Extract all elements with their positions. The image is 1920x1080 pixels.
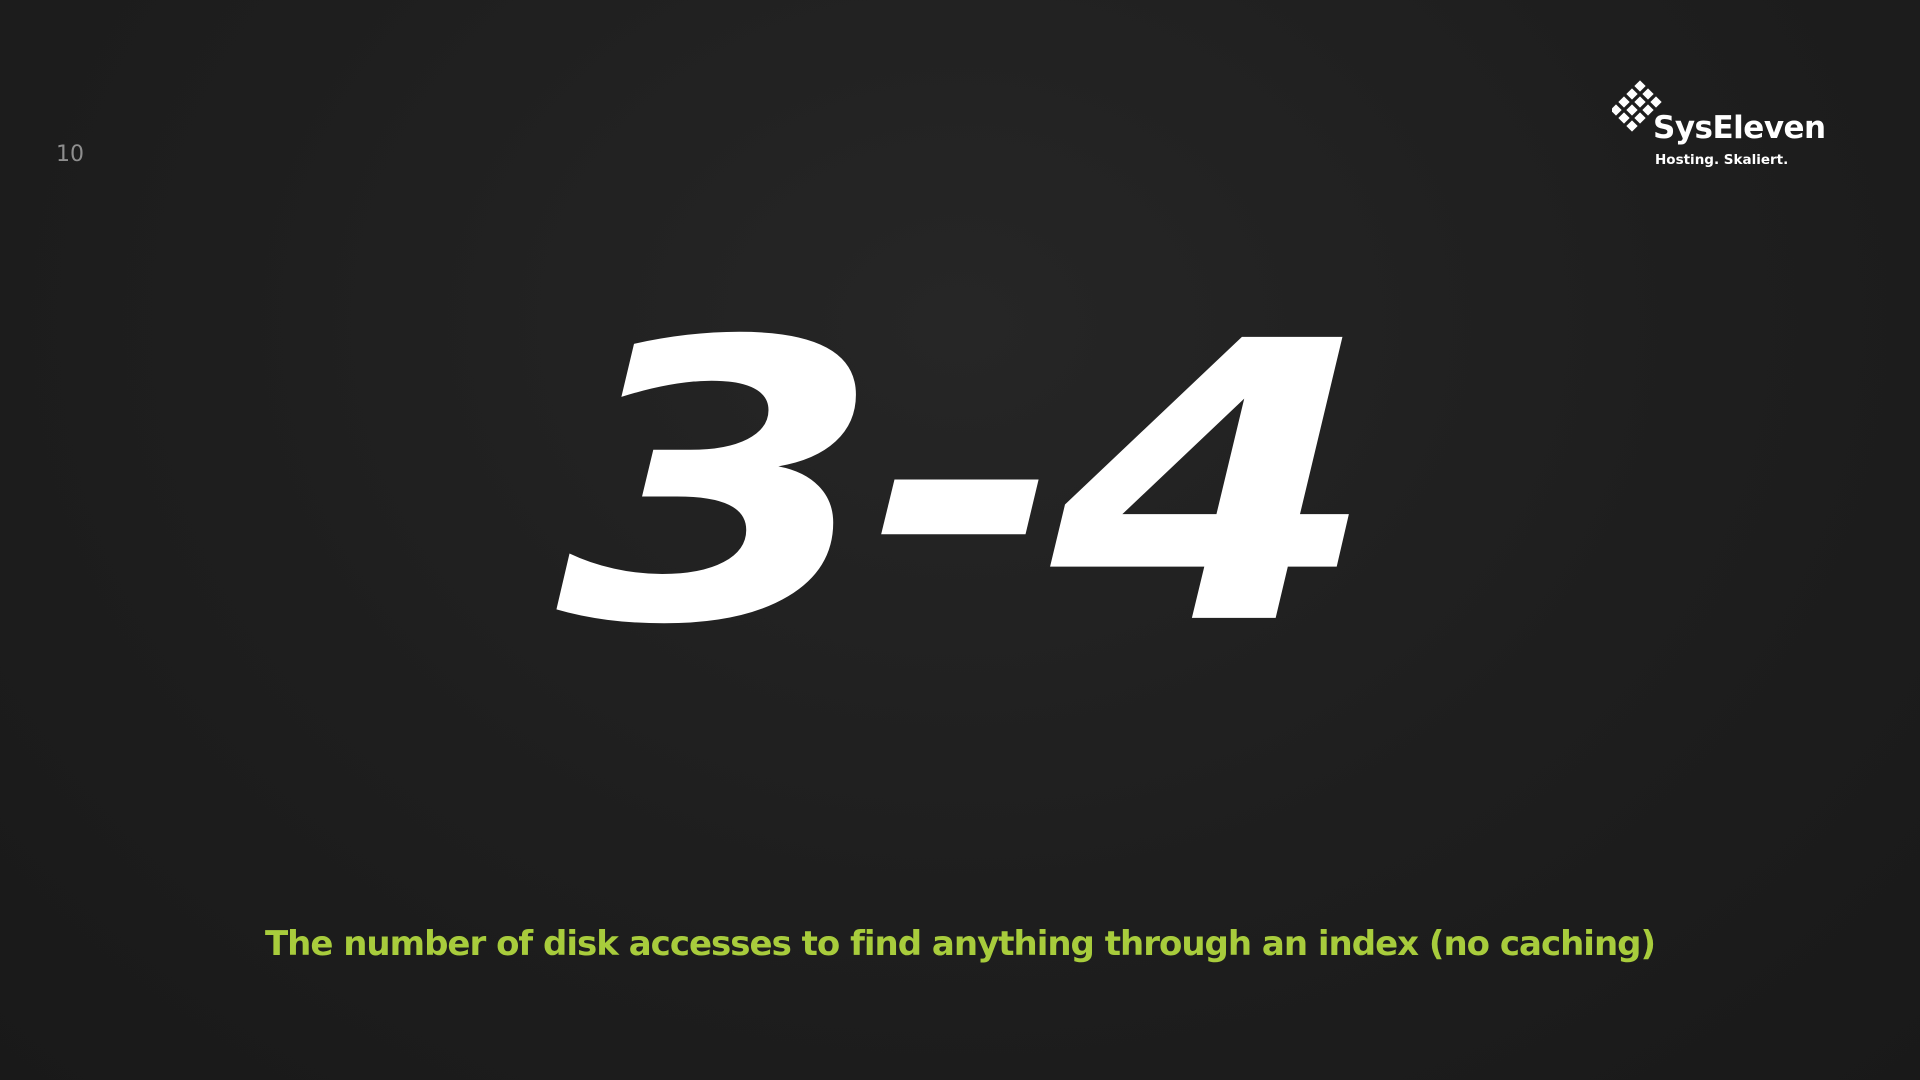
sys-eleven-logo: SysEleven Hosting. Skaliert. bbox=[1612, 80, 1826, 176]
logo-name: SysEleven bbox=[1653, 110, 1826, 146]
slide-number: 10 bbox=[56, 142, 84, 167]
slide-caption: The number of disk accesses to find anyt… bbox=[264, 924, 1656, 964]
logo-tagline: Hosting. Skaliert. bbox=[1655, 152, 1789, 168]
headline-number: 3-4 bbox=[556, 260, 1377, 709]
